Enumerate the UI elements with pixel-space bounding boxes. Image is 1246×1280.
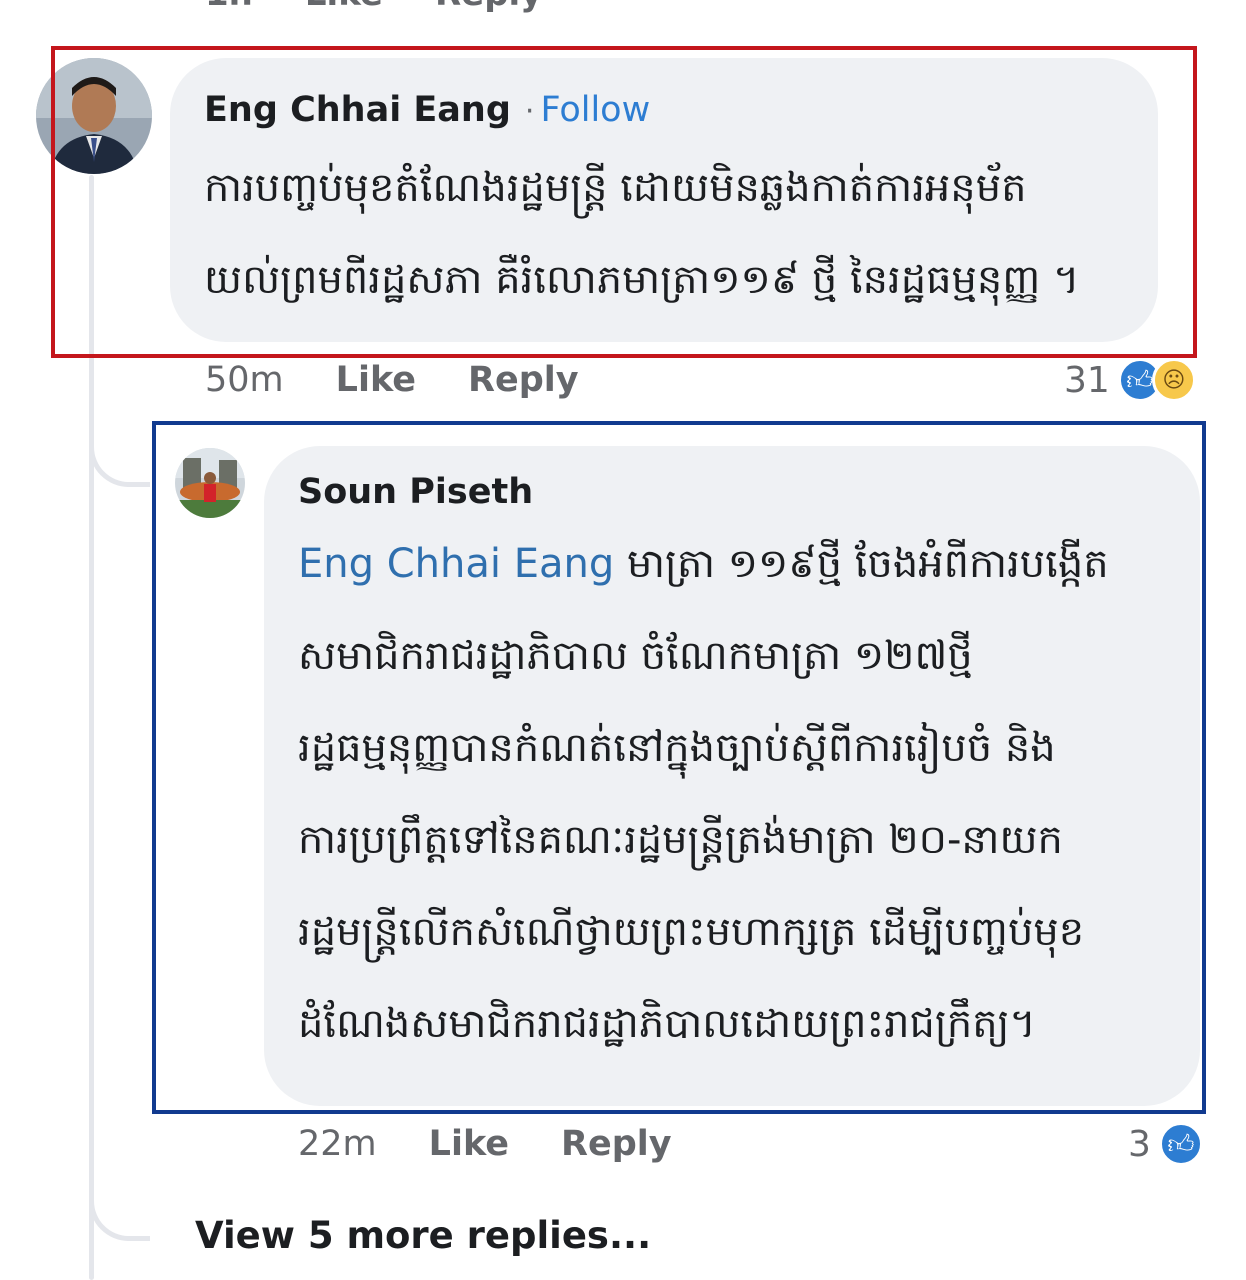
previous-like-button[interactable]: Like [305,0,383,14]
comment-reaction-count: 31 [1064,359,1110,401]
highlight-box-blue [152,421,1206,1114]
comment-time[interactable]: 50m [205,360,284,400]
highlight-box-red [51,46,1197,358]
reply-time[interactable]: 22m [298,1124,377,1164]
comment-like-button[interactable]: Like [336,360,416,400]
reply-reply-button[interactable]: Reply [561,1124,672,1164]
comment-reply-button[interactable]: Reply [468,360,579,400]
previous-time: 1h [205,0,253,14]
previous-comment-actions: 1h Like Reply [205,0,542,14]
comment-reactions[interactable]: 31 👍︎ ☹ [1064,358,1196,402]
view-more-replies-link[interactable]: View 5 more replies... [195,1214,651,1257]
comment-actions: 50m Like Reply [205,360,579,400]
reply-actions: 22m Like Reply [298,1124,672,1164]
like-icon: 👍︎ [1158,1122,1203,1166]
previous-reply-button[interactable]: Reply [435,0,542,14]
more-connector [89,1140,150,1241]
sad-icon: ☹ [1151,358,1196,402]
reply-connector [89,360,150,487]
reply-reactions[interactable]: 3 👍︎ [1128,1122,1203,1166]
reply-reaction-count: 3 [1128,1123,1151,1165]
reply-like-button[interactable]: Like [429,1124,509,1164]
